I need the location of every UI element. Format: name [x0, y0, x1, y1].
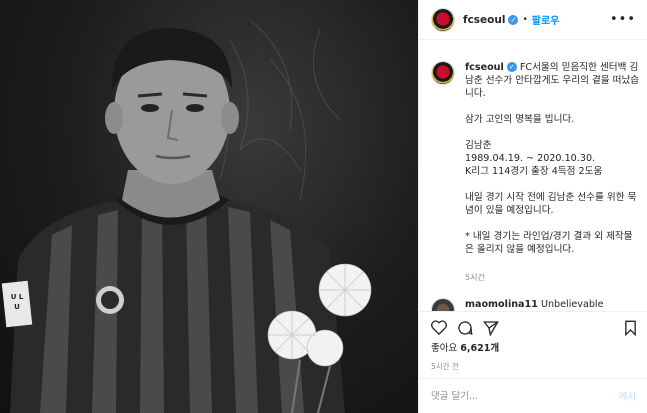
reply-body: maomolina11 Unbelievable [465, 298, 641, 311]
reply-username[interactable]: maomolina11 [465, 299, 538, 310]
separator-dot: • [522, 14, 528, 25]
verified-badge-icon: ✓ [506, 62, 517, 72]
caption-text: FC서울의 믿음직한 센터백 김남춘 선수가 안타깝게도 우리의 곁을 떠났습니… [465, 62, 640, 255]
verified-badge-icon: ✓ [508, 14, 519, 25]
post-timestamp[interactable]: 5시간 전 [431, 361, 459, 372]
caption-comment: fcseoul ✓ FC서울의 믿음직한 센터백 김남춘 선수가 안타깝게도 우리… [431, 61, 641, 256]
bookmark-icon[interactable] [624, 320, 637, 336]
avatar[interactable] [431, 7, 455, 32]
list-item: maomolina11 Unbelievable [431, 298, 641, 311]
likes-prefix: 좋아요 [431, 343, 458, 354]
add-comment-bar: 게시 [419, 378, 647, 413]
caption-username[interactable]: fcseoul [465, 62, 504, 73]
like-count[interactable]: 좋아요 6,621개 [431, 340, 499, 354]
comments-list[interactable]: fcseoul ✓ FC서울의 믿음직한 센터백 김남춘 선수가 안타깝게도 우리… [419, 41, 647, 311]
header-username[interactable]: fcseoul [463, 14, 505, 26]
reply-text: Unbelievable [540, 299, 604, 310]
caption-time[interactable]: 5시간 [465, 272, 485, 283]
heart-icon[interactable] [431, 320, 447, 335]
post-comment-button[interactable]: 게시 [619, 389, 636, 403]
comment-icon[interactable] [457, 320, 473, 336]
comment-input[interactable] [431, 390, 619, 402]
caption-avatar[interactable] [431, 61, 455, 85]
jersey-sleeve-text: U L U [10, 293, 24, 311]
post-photo[interactable]: U L U [0, 0, 418, 413]
likes-number: 6,621개 [460, 343, 500, 354]
reply-avatar[interactable] [431, 298, 455, 311]
follow-button[interactable]: 팔로우 [532, 12, 560, 27]
post-side-panel: fcseoul ✓ • 팔로우 ••• fcseoul ✓ FC서울의 믿음직한 … [418, 0, 647, 413]
caption-body: fcseoul ✓ FC서울의 믿음직한 센터백 김남춘 선수가 안타깝게도 우리… [465, 61, 641, 256]
post-header: fcseoul ✓ • 팔로우 ••• [419, 0, 647, 40]
memorial-photo-illustration [1, 19, 372, 413]
share-icon[interactable] [483, 320, 499, 336]
more-options-icon[interactable]: ••• [610, 12, 636, 27]
